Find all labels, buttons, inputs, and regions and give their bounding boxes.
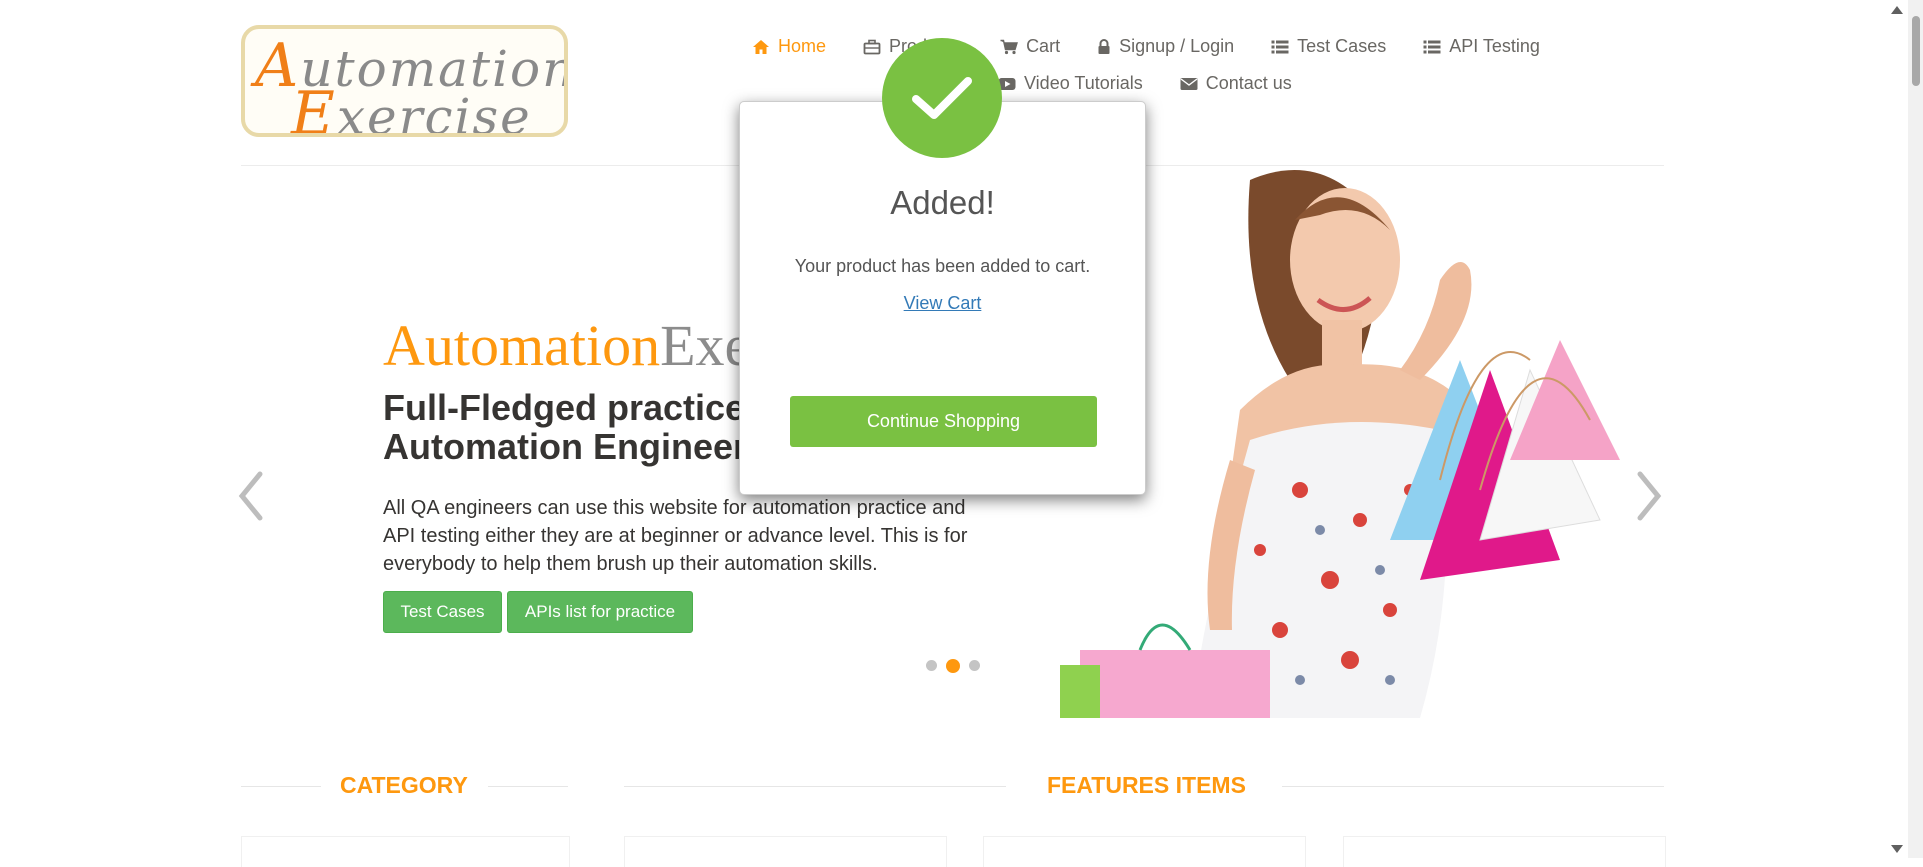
envelope-icon	[1180, 77, 1198, 90]
modal-title: Added!	[890, 184, 995, 221]
category-title-line-right	[488, 786, 568, 787]
added-to-cart-modal: Added! Your product has been added to ca…	[739, 101, 1146, 495]
product-card	[1343, 836, 1666, 867]
test-cases-button[interactable]: Test Cases	[383, 591, 502, 633]
cart-icon	[1000, 39, 1019, 54]
view-cart-link[interactable]: View Cart	[740, 293, 1145, 314]
features-items-title: FEATURES ITEMS	[1047, 772, 1246, 798]
list-icon	[1423, 40, 1441, 53]
nav-signup-login[interactable]: Signup / Login	[1097, 36, 1234, 57]
checkmark-icon	[882, 38, 1002, 158]
scroll-up-arrow-icon[interactable]	[1891, 6, 1903, 14]
list-icon	[1271, 40, 1289, 53]
apis-list-button[interactable]: APIs list for practice	[507, 591, 693, 633]
nav-cart[interactable]: Cart	[1000, 36, 1060, 57]
category-title: CATEGORY	[340, 772, 468, 798]
product-card	[983, 836, 1306, 867]
scrollbar-thumb[interactable]	[1912, 16, 1920, 86]
carousel-dot-3[interactable]	[969, 660, 980, 671]
nav-api-testing[interactable]: API Testing	[1423, 36, 1540, 57]
carousel-indicators	[926, 659, 989, 673]
continue-shopping-button[interactable]: Continue Shopping	[790, 396, 1097, 447]
modal-message: Your product has been added to cart.	[794, 256, 1091, 276]
slider-description: All QA engineers can use this website fo…	[383, 497, 968, 575]
nav-video-tutorials[interactable]: Video Tutorials	[998, 73, 1143, 94]
briefcase-icon	[863, 39, 881, 54]
logo-line-2: Exercise	[291, 79, 532, 137]
carousel-prev-arrow[interactable]	[236, 470, 266, 527]
site-logo[interactable]: Automation Exercise	[241, 25, 568, 137]
nav-test-cases[interactable]: Test Cases	[1271, 36, 1386, 57]
carousel-next-arrow[interactable]	[1634, 470, 1664, 527]
product-card	[624, 836, 947, 867]
features-title-line-right	[1282, 786, 1664, 787]
chevron-left-icon	[238, 471, 263, 521]
nav-contact-us[interactable]: Contact us	[1180, 73, 1292, 94]
nav-home[interactable]: Home	[752, 36, 826, 57]
category-title-line-left	[241, 786, 321, 787]
category-panel	[241, 836, 570, 867]
page-scrollbar[interactable]	[1908, 0, 1923, 858]
lock-icon	[1098, 38, 1110, 54]
scroll-down-arrow-icon[interactable]	[1891, 845, 1903, 853]
features-title-line-left	[624, 786, 1006, 787]
home-icon	[753, 39, 769, 54]
carousel-dot-1[interactable]	[926, 660, 937, 671]
carousel-dot-2[interactable]	[946, 659, 960, 673]
chevron-right-icon	[1637, 471, 1662, 521]
